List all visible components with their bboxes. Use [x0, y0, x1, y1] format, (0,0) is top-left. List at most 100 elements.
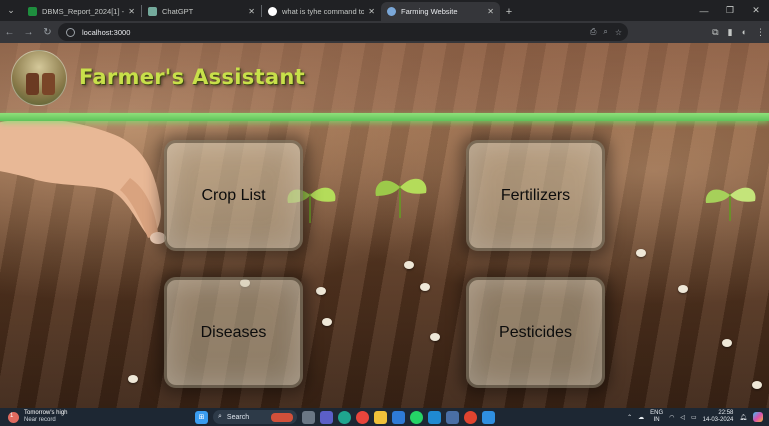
forward-icon[interactable]: →	[19, 21, 38, 43]
new-tab-button[interactable]: +	[500, 2, 518, 21]
date: 14-03-2024	[702, 417, 734, 423]
sprout-illustration	[375, 178, 427, 218]
maximize-icon[interactable]: ❐	[717, 0, 743, 21]
crop-list-card[interactable]: Crop List	[164, 140, 303, 251]
reload-icon[interactable]: ↻	[38, 21, 57, 43]
browser-toolbar: ← → ↻ localhost:3000 ⎙ ⌕ ☆ ⧉ ▮ ◐ ⋮	[0, 21, 769, 43]
seed	[678, 285, 688, 293]
time: 22:58	[718, 410, 734, 416]
weather-icon: 1	[8, 411, 19, 423]
search-placeholder: Search	[226, 413, 250, 421]
site-title: Farmer's Assistant	[79, 65, 305, 89]
language-code: ENG	[650, 410, 664, 416]
taskbar-apps: ⊞ ⌕ Search	[195, 408, 495, 426]
card-label: Diseases	[200, 323, 267, 341]
tab-search-icon[interactable]: ⌄	[0, 0, 22, 21]
vscode-icon[interactable]	[428, 410, 441, 424]
language-indicator[interactable]: ENG IN	[650, 410, 663, 424]
app-icon[interactable]	[482, 410, 495, 424]
pesticides-card[interactable]: Pesticides	[466, 277, 605, 388]
tab-google-search[interactable]: what is tyhe command to redo ✕	[262, 2, 381, 21]
seed	[636, 249, 646, 257]
site-info-icon[interactable]	[66, 27, 75, 37]
install-app-icon[interactable]: ⎙	[590, 27, 596, 37]
close-window-icon[interactable]: ✕	[743, 0, 769, 21]
tab-title: Farming Website	[401, 7, 458, 16]
url-text[interactable]: localhost:3000	[82, 28, 130, 37]
seed	[752, 381, 762, 389]
card-label: Fertilizers	[500, 186, 571, 204]
diseases-card[interactable]: Diseases	[164, 277, 303, 388]
side-panel-icon[interactable]: ▮	[728, 27, 733, 38]
tab-chatgpt[interactable]: ChatGPT ✕	[142, 2, 261, 21]
tab-farming-website[interactable]: Farming Website ✕	[381, 2, 500, 21]
page-viewport: Farmer's Assistant Crop List Fertilizers…	[0, 43, 769, 408]
tab-title: DBMS_Report_2024[1] - Online	[42, 7, 125, 16]
windows-taskbar: 1 Tomorrow's high Near record ⊞ ⌕ Search…	[0, 408, 769, 426]
react-icon	[387, 7, 396, 16]
fertilizers-card[interactable]: Fertilizers	[466, 140, 605, 251]
media-player-icon[interactable]	[464, 410, 477, 424]
browser-tab-bar: ⌄ DBMS_Report_2024[1] - Online ✕ ChatGPT…	[0, 0, 769, 21]
zoom-icon[interactable]: ⌕	[603, 27, 607, 37]
card-label: Crop List	[201, 186, 266, 204]
meet-icon[interactable]	[320, 410, 333, 424]
extensions-icon[interactable]: ⧉	[712, 27, 718, 38]
close-icon[interactable]: ✕	[248, 7, 255, 16]
task-view-icon[interactable]	[302, 410, 315, 424]
visual-studio-icon[interactable]	[446, 410, 459, 424]
copilot-icon[interactable]	[753, 412, 763, 422]
seed	[430, 333, 440, 341]
sprout-illustration	[705, 187, 756, 221]
tab-title: what is tyhe command to redo	[282, 7, 365, 16]
mail-icon[interactable]	[392, 410, 405, 424]
window-controls: — ❐ ✕	[691, 0, 769, 21]
seed	[128, 375, 138, 383]
site-logo[interactable]	[11, 50, 67, 106]
close-icon[interactable]: ✕	[128, 7, 135, 16]
wifi-icon[interactable]: ◠	[669, 414, 674, 421]
battery-icon[interactable]: ▭	[691, 414, 697, 421]
whatsapp-icon[interactable]	[410, 410, 423, 424]
system-tray: ⌃ ☁ ENG IN ◠ ◁ ▭ 22:58 14-03-2024 🔔︎	[627, 408, 763, 426]
weather-subtitle: Near record	[24, 417, 56, 423]
weather-title: Tomorrow's high	[24, 410, 68, 416]
google-icon	[268, 7, 277, 16]
minimize-icon[interactable]: —	[691, 0, 717, 21]
windows-start-icon[interactable]: ⊞	[195, 410, 208, 424]
chrome-icon[interactable]	[356, 410, 369, 424]
chevron-up-icon[interactable]: ⌃	[627, 414, 632, 421]
region-code: IN	[653, 417, 660, 423]
close-icon[interactable]: ✕	[368, 7, 375, 16]
excel-icon	[28, 7, 37, 16]
search-icon: ⌕	[218, 413, 222, 420]
search-highlight-icon	[271, 412, 293, 422]
seed	[404, 261, 414, 269]
volume-icon[interactable]: ◁	[680, 414, 685, 421]
taskbar-search[interactable]: ⌕ Search	[213, 410, 297, 424]
seed	[322, 318, 332, 326]
file-explorer-icon[interactable]	[374, 410, 387, 424]
header-divider	[0, 113, 769, 121]
tab-dbms-report[interactable]: DBMS_Report_2024[1] - Online ✕	[22, 2, 141, 21]
profile-icon[interactable]: ◐	[742, 27, 747, 37]
notification-bell-icon[interactable]: 🔔︎	[739, 414, 747, 421]
seed	[722, 339, 732, 347]
weather-badge: 1	[10, 412, 14, 419]
tab-title: ChatGPT	[162, 7, 194, 16]
chatgpt-icon	[148, 7, 157, 16]
edge-icon[interactable]	[338, 410, 351, 424]
bookmark-star-icon[interactable]: ☆	[615, 28, 622, 37]
cattle-figure	[42, 73, 55, 95]
menu-icon[interactable]: ⋮	[756, 27, 765, 38]
card-label: Pesticides	[499, 323, 572, 341]
address-bar[interactable]: localhost:3000 ⎙ ⌕ ☆	[58, 23, 628, 41]
clock[interactable]: 22:58 14-03-2024	[703, 410, 734, 424]
seed	[316, 287, 326, 295]
seed	[420, 283, 430, 291]
onedrive-icon[interactable]: ☁	[638, 414, 644, 421]
weather-widget[interactable]: 1 Tomorrow's high Near record	[8, 410, 68, 424]
cattle-figure	[26, 73, 39, 95]
back-icon[interactable]: ←	[0, 21, 19, 43]
close-icon[interactable]: ✕	[487, 7, 494, 16]
